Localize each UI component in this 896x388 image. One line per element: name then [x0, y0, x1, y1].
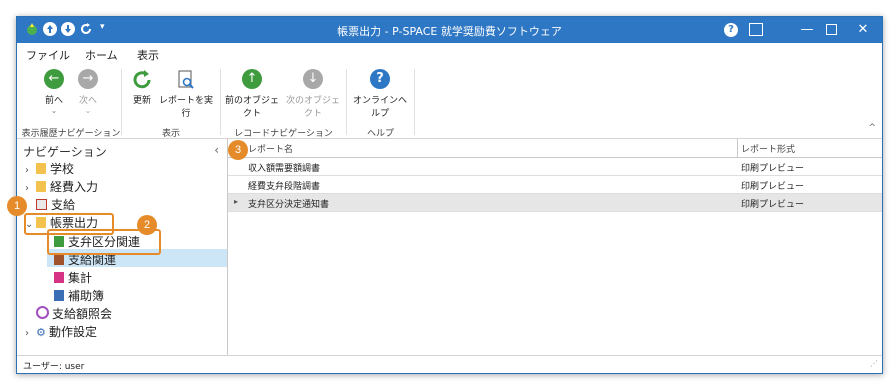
app-window: ▾ 帳票出力 - P-SPACE 就学奨励費ソフトウェア ? — ✕ ファイル … — [16, 16, 883, 374]
forward-label: 次へ — [78, 96, 97, 106]
report-format-cell: 印刷プレビュー — [741, 182, 805, 192]
status-bar: ユーザー: user ⋰ — [17, 355, 882, 373]
tree-item-expense-input[interactable]: › 経費入力 — [25, 179, 98, 196]
question-icon: ? — [370, 69, 390, 89]
column-header-report-name[interactable]: レポート名 — [248, 142, 293, 155]
online-help-label: オンラインヘルプ — [352, 96, 407, 119]
report-pink-icon — [54, 272, 64, 283]
ribbon-collapse-icon[interactable]: ^ — [868, 123, 876, 133]
back-label: 前へ — [44, 96, 63, 106]
status-user: ユーザー: user — [23, 362, 85, 372]
report-brown-icon — [54, 254, 64, 265]
refresh-label: 更新 — [132, 96, 151, 106]
tree-label: 集計 — [68, 271, 93, 285]
online-help-button[interactable]: ? オンラインヘルプ — [350, 69, 410, 119]
callout-badge-2: 2 — [137, 215, 157, 235]
group-label-history: 表示履歴ナビゲーション — [21, 129, 121, 139]
prev-object-label: 前のオブジェクト — [224, 96, 279, 119]
tree-item-summary[interactable]: 集計 — [54, 270, 92, 287]
back-button[interactable]: ← 前へ ⌄ — [39, 69, 69, 115]
arrow-right-icon: → — [78, 69, 98, 89]
tree-label: 学校 — [50, 162, 75, 176]
tree-label: 補助簿 — [68, 289, 105, 303]
menu-view[interactable]: 表示 — [137, 47, 159, 63]
expand-arrow-icon[interactable]: › — [25, 325, 36, 342]
arrow-left-icon: ← — [44, 69, 64, 89]
forward-dropdown-icon[interactable]: ⌄ — [73, 106, 103, 115]
tree-label: 支給額照会 — [52, 307, 113, 321]
report-name-cell: 経費支弁段階調書 — [248, 182, 321, 192]
tree-item-payment[interactable]: 支給 — [25, 197, 75, 214]
nav-title: ナビゲーション — [23, 145, 107, 159]
tree-item-ledger[interactable]: 補助簿 — [54, 288, 104, 305]
tree-label: 動作設定 — [49, 325, 98, 339]
column-header-report-format[interactable]: レポート形式 — [741, 142, 795, 155]
report-blue-icon — [54, 290, 64, 301]
tree-label: 支給 — [51, 198, 76, 212]
back-dropdown-icon[interactable]: ⌄ — [39, 106, 69, 115]
refresh-button[interactable]: 更新 — [128, 69, 156, 106]
report-grid: レポート名 レポート形式 収入額需要額調書 印刷プレビュー 経費支弁段階調書 印… — [228, 139, 882, 355]
close-button[interactable]: ✕ — [843, 17, 882, 43]
ribbon: ← 前へ ⌄ → 次へ ⌄ 更新 レポートを実行 ↑ 前のオブジェクト ↓ 次の… — [17, 63, 882, 139]
refresh-icon — [128, 69, 156, 93]
tree-item-operation-settings[interactable]: › ⚙ 動作設定 — [25, 324, 97, 341]
expand-arrow-icon[interactable]: › — [25, 180, 36, 197]
table-row[interactable]: 収入額需要額調書 印刷プレビュー — [228, 158, 882, 176]
folder-icon — [36, 163, 46, 174]
expand-arrow-icon[interactable]: › — [25, 162, 36, 179]
tree-item-school[interactable]: › 学校 — [25, 161, 74, 178]
title-bar: ▾ 帳票出力 - P-SPACE 就学奨励費ソフトウェア ? — ✕ — [17, 17, 882, 43]
magnifier-icon — [36, 306, 49, 319]
folder-icon — [36, 181, 46, 192]
report-format-cell: 印刷プレビュー — [741, 200, 805, 210]
run-report-button[interactable]: レポートを実行 — [158, 69, 214, 119]
arrow-up-icon: ↑ — [242, 69, 262, 89]
nav-collapse-icon[interactable]: ‹ — [214, 143, 219, 157]
menu-bar: ファイル ホーム 表示 — [17, 43, 882, 66]
ribbon-display-icon[interactable] — [749, 23, 763, 36]
prev-object-button[interactable]: ↑ 前のオブジェクト — [224, 69, 280, 119]
report-format-cell: 印刷プレビュー — [741, 164, 805, 174]
grid-header: レポート名 レポート形式 — [228, 139, 882, 158]
column-divider — [737, 139, 738, 157]
help-icon[interactable]: ? — [724, 23, 738, 37]
report-name-cell: 支弁区分決定通知書 — [248, 200, 330, 210]
group-label-help: ヘルプ — [366, 129, 394, 139]
next-object-label: 次のオブジェクト — [285, 96, 340, 119]
report-name-cell: 収入額需要額調書 — [248, 164, 321, 174]
tree-item-payment-inquiry[interactable]: 支給額照会 — [25, 306, 112, 323]
ribbon-separator — [414, 69, 415, 135]
next-object-button[interactable]: ↓ 次のオブジェクト — [285, 69, 341, 119]
run-report-label: レポートを実行 — [158, 96, 213, 119]
group-label-record-nav: レコードナビゲーション — [234, 129, 333, 139]
table-icon — [36, 199, 47, 210]
group-label-view: 表示 — [161, 129, 180, 139]
arrow-down-icon: ↓ — [303, 69, 323, 89]
resize-grip-icon[interactable]: ⋰ — [870, 359, 878, 368]
gear-icon: ⚙ — [36, 326, 46, 339]
callout-badge-1: 1 — [7, 196, 27, 216]
tree-label: 支給関連 — [68, 253, 117, 267]
callout-badge-3: 3 — [228, 140, 248, 160]
menu-file[interactable]: ファイル — [26, 47, 70, 63]
tree-label: 経費入力 — [50, 180, 99, 194]
forward-button[interactable]: → 次へ ⌄ — [73, 69, 103, 115]
table-row[interactable]: ▸ 支弁区分決定通知書 印刷プレビュー — [228, 194, 882, 212]
table-row[interactable]: 経費支弁段階調書 印刷プレビュー — [228, 176, 882, 194]
current-row-indicator-icon: ▸ — [234, 197, 239, 206]
report-preview-icon — [158, 69, 214, 93]
